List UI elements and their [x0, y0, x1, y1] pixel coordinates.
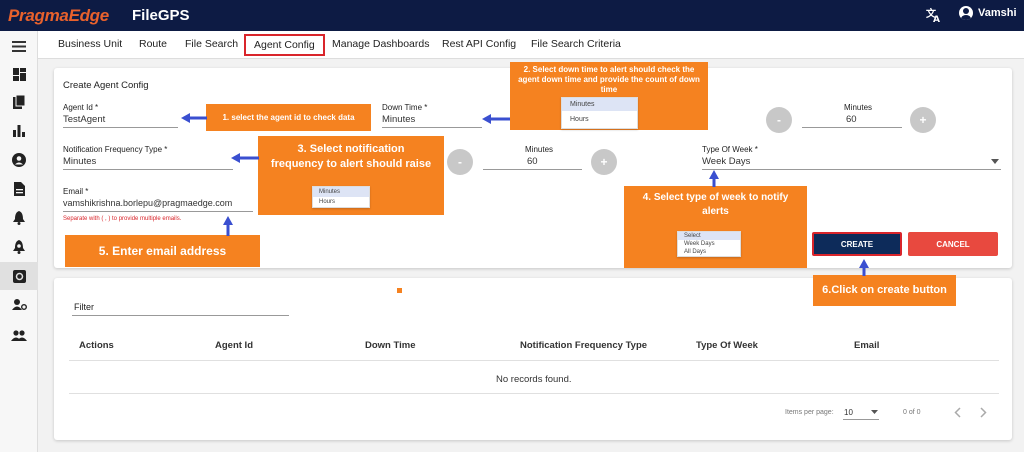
annotation-2-text: 2. Select down time to alert should chec…: [518, 65, 700, 94]
arrow-up-icon: [223, 216, 233, 236]
tab-file-search[interactable]: File Search: [185, 38, 238, 50]
annotation-4-text: 4. Select type of week to notify alerts: [642, 192, 789, 217]
annotation-4-option-week-days: Week Days: [684, 241, 715, 247]
minutes-label-1: Minutes: [844, 103, 873, 112]
arrow-up-icon: [709, 170, 719, 187]
arrow-up-icon: [859, 259, 869, 276]
header-divider: [69, 360, 999, 361]
down-time-select[interactable]: Minutes: [382, 114, 415, 125]
annotation-4-dropdown: Select Week Days All Days: [677, 231, 741, 257]
app-name: FileGPS: [132, 7, 190, 24]
column-header-actions[interactable]: Actions: [79, 340, 114, 351]
email-hint: Separate with ( , ) to provide multiple …: [63, 216, 182, 222]
sidebar: [0, 31, 38, 452]
tab-file-search-criteria[interactable]: File Search Criteria: [531, 38, 621, 50]
user-settings-icon[interactable]: [9, 296, 29, 312]
annotation-1: 1. select the agent id to check data: [206, 104, 371, 131]
column-header-agent-id[interactable]: Agent Id: [215, 340, 253, 351]
settings-active-icon[interactable]: [0, 262, 38, 290]
nav-tabs: Business Unit Route File Search Agent Co…: [38, 31, 1024, 59]
user-name: Vamshi: [978, 7, 1017, 19]
svg-text:A: A: [933, 15, 940, 23]
column-header-down-time[interactable]: Down Time: [365, 340, 416, 351]
email-input[interactable]: vamshikrishna.borlepu@pragmaedge.com: [63, 198, 232, 208]
minutes-underline-2: [483, 169, 582, 170]
pagination-range: 0 of 0: [903, 409, 921, 416]
agent-id-input[interactable]: TestAgent: [63, 114, 105, 125]
minutes-input-2[interactable]: 60: [527, 156, 538, 167]
notification-frequency-select[interactable]: Minutes: [63, 156, 96, 167]
annotation-2-dropdown: Minutes Hours: [561, 97, 638, 129]
tab-manage-dashboards[interactable]: Manage Dashboards: [332, 38, 429, 50]
column-header-type-of-week[interactable]: Type Of Week: [696, 340, 758, 351]
email-underline: [63, 211, 253, 212]
minutes-decrement-button-1[interactable]: -: [766, 107, 792, 133]
alert-bell-settings-icon[interactable]: [9, 239, 29, 255]
menu-icon[interactable]: [9, 38, 29, 54]
agent-id-label: Agent Id *: [63, 103, 99, 112]
annotation-3-option-hours: Hours: [319, 199, 336, 205]
loading-indicator: [397, 288, 402, 293]
create-button[interactable]: CREATE: [812, 232, 902, 256]
top-bar: PragmaEdge FileGPS 文A Vamshi: [0, 0, 1024, 31]
dashboard-icon[interactable]: [9, 66, 29, 82]
annotation-2-option-hours: Hours: [570, 116, 589, 123]
cancel-button[interactable]: CANCEL: [908, 232, 998, 256]
annotation-3-dropdown: Minutes Hours: [312, 186, 370, 208]
column-header-email[interactable]: Email: [854, 340, 879, 351]
arrow-left-icon: [181, 113, 207, 123]
type-of-week-label: Type Of Week *: [702, 145, 758, 154]
tab-rest-api-config[interactable]: Rest API Config: [442, 38, 516, 50]
arrow-left-icon: [231, 153, 259, 163]
notification-frequency-label: Notification Frequency Type *: [63, 145, 168, 154]
empty-table-message: No records found.: [496, 374, 572, 385]
arrow-left-icon: [482, 114, 510, 124]
down-time-label: Down Time *: [382, 103, 428, 112]
minutes-underline-1: [802, 127, 902, 128]
items-per-page-underline: [843, 419, 879, 420]
minutes-input-1[interactable]: 60: [846, 114, 857, 125]
alert-bell-icon[interactable]: [9, 210, 29, 226]
type-of-week-select[interactable]: Week Days: [702, 156, 750, 167]
annotation-2-option-minutes: Minutes: [562, 98, 637, 111]
filter-input[interactable]: [72, 315, 289, 316]
group-icon[interactable]: [9, 327, 29, 343]
chart-icon[interactable]: [9, 123, 29, 139]
annotation-3-option-minutes: Minutes: [313, 187, 369, 197]
minutes-increment-button-1[interactable]: +: [910, 107, 936, 133]
form-title: Create Agent Config: [63, 80, 149, 91]
down-time-underline: [382, 127, 482, 128]
agent-id-underline: [63, 127, 178, 128]
notification-frequency-underline: [63, 169, 233, 170]
tab-agent-config[interactable]: Agent Config: [244, 34, 325, 56]
account-icon: [959, 6, 973, 20]
column-header-notification-frequency-type[interactable]: Notification Frequency Type: [520, 340, 647, 351]
annotation-4-option-select: Select: [678, 232, 740, 240]
filter-label: Filter: [74, 302, 94, 312]
document-icon[interactable]: [9, 181, 29, 197]
annotation-6: 6.Click on create button: [813, 275, 956, 306]
email-label: Email *: [63, 187, 89, 196]
chevron-down-icon[interactable]: [871, 410, 878, 414]
minutes-increment-button-2[interactable]: +: [591, 149, 617, 175]
annotation-3-text: 3. Select notification frequency to aler…: [270, 143, 432, 170]
brand-logo: PragmaEdge: [8, 6, 109, 25]
row-divider: [69, 393, 999, 394]
user-menu[interactable]: Vamshi: [959, 6, 1017, 20]
type-of-week-underline: [702, 169, 1001, 170]
translate-icon[interactable]: 文A: [926, 7, 942, 27]
tab-business-unit[interactable]: Business Unit: [58, 38, 122, 50]
annotation-4-option-all-days: All Days: [684, 249, 707, 255]
chevron-right-icon[interactable]: [980, 407, 987, 418]
annotation-5: 5. Enter email address: [65, 235, 260, 267]
tab-route[interactable]: Route: [139, 38, 167, 50]
minutes-label-2: Minutes: [525, 145, 554, 154]
files-icon[interactable]: [9, 94, 29, 110]
items-per-page-label: Items per page:: [785, 409, 834, 416]
minutes-decrement-button-2[interactable]: -: [447, 149, 473, 175]
items-per-page-select[interactable]: 10: [844, 408, 853, 417]
account-circle-icon[interactable]: [9, 152, 29, 168]
chevron-down-icon[interactable]: [991, 159, 999, 164]
chevron-left-icon[interactable]: [954, 407, 961, 418]
